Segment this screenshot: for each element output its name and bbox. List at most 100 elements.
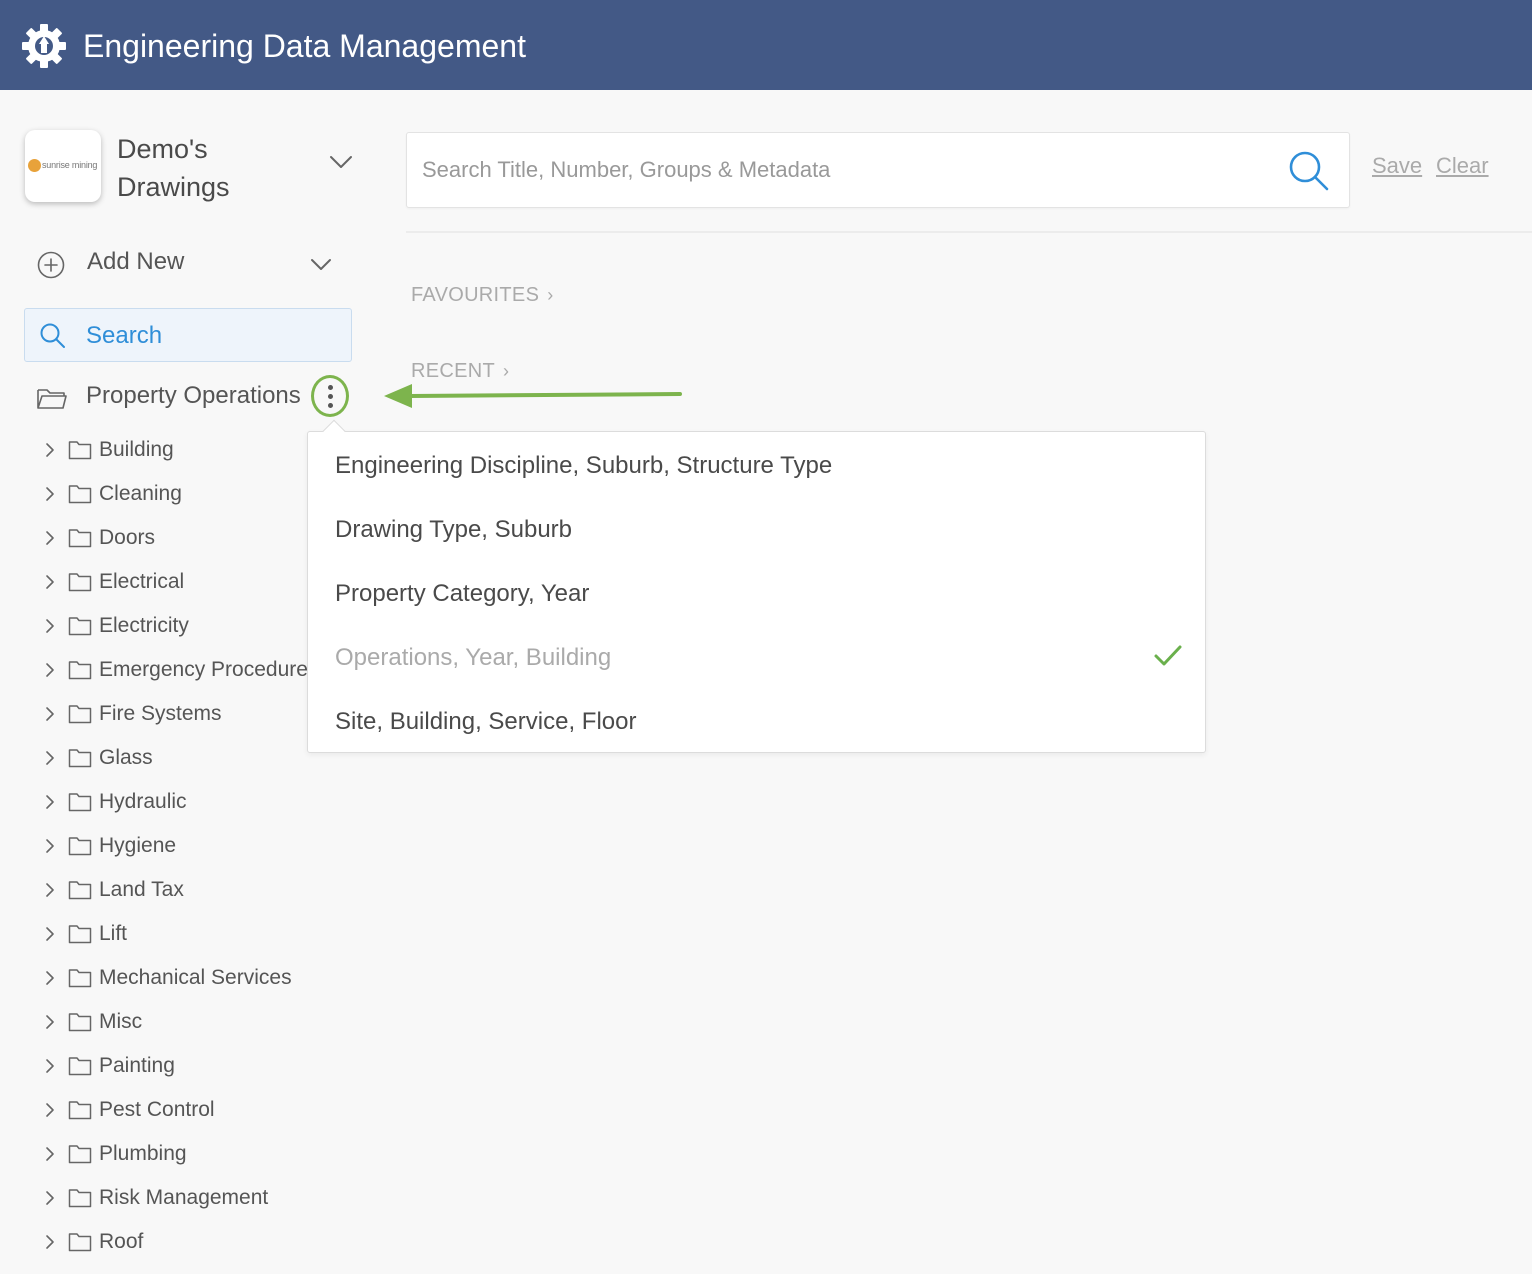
main-search-box <box>406 132 1350 208</box>
folder-open-icon <box>37 389 67 409</box>
search-input[interactable] <box>407 133 1267 207</box>
tree-item[interactable]: Hydraulic <box>40 780 310 824</box>
chevron-right-icon[interactable] <box>44 574 56 590</box>
more-options-button[interactable] <box>311 375 349 417</box>
chevron-down-icon <box>311 259 331 270</box>
folder-icon <box>68 1057 92 1076</box>
folder-icon <box>68 881 92 900</box>
chevron-right-icon[interactable] <box>44 1190 56 1206</box>
clear-search-link[interactable]: Clear <box>1436 153 1489 179</box>
tree-item[interactable]: Cleaning <box>40 472 310 516</box>
kebab-dot <box>328 385 333 390</box>
tree-item-label: Misc <box>99 1010 143 1033</box>
sun-icon <box>28 159 41 172</box>
tree-item-label: Pest Control <box>99 1098 215 1121</box>
tree-item[interactable]: Electrical <box>40 560 310 604</box>
tree-item[interactable]: Mechanical Services <box>40 956 310 1000</box>
top-bar: Engineering Data Management <box>0 0 1532 90</box>
tree-item[interactable]: Hygiene <box>40 824 310 868</box>
root-folder[interactable]: Property Operations <box>36 378 356 418</box>
tree-item[interactable]: Land Tax <box>40 868 310 912</box>
tree-item[interactable]: Emergency Procedures <box>40 648 310 692</box>
chevron-right-icon[interactable] <box>44 1014 56 1030</box>
folder-icon <box>68 485 92 504</box>
tree-item-label: Doors <box>99 526 156 549</box>
company-selector[interactable]: sunrise mining Demo's Drawings <box>25 130 360 205</box>
tree-item[interactable]: Pest Control <box>40 1088 310 1132</box>
root-folder-label: Property Operations <box>86 382 301 409</box>
folder-icon <box>68 925 92 944</box>
chevron-right-icon[interactable] <box>44 486 56 502</box>
chevron-right-icon[interactable] <box>44 530 56 546</box>
tree-item[interactable]: Glass <box>40 736 310 780</box>
folder-icon <box>68 1013 92 1032</box>
folder-icon <box>68 573 92 592</box>
tree-item[interactable]: Electricity <box>40 604 310 648</box>
chevron-right-icon[interactable] <box>44 1146 56 1162</box>
favourites-label: FAVOURITES <box>411 284 540 306</box>
chevron-right-icon[interactable] <box>44 706 56 722</box>
tree-item-label: Fire Systems <box>99 702 222 725</box>
chevron-right-icon[interactable] <box>44 1058 56 1074</box>
company-logo-text: sunrise mining <box>42 160 98 170</box>
search-icon[interactable] <box>1287 149 1331 193</box>
save-search-link[interactable]: Save <box>1372 153 1422 179</box>
add-new-button[interactable]: Add New <box>25 244 355 284</box>
tree-item-label: Lift <box>99 922 128 945</box>
company-logo: sunrise mining <box>25 130 101 202</box>
menu-item[interactable]: Site, Building, Service, Floor <box>308 690 1205 754</box>
tree-item-label: Painting <box>99 1054 175 1077</box>
chevron-right-icon[interactable] <box>44 926 56 942</box>
menu-item[interactable]: Engineering Discipline, Suburb, Structur… <box>308 434 1205 498</box>
chevron-right-icon[interactable] <box>44 662 56 678</box>
tree-item[interactable]: Doors <box>40 516 310 560</box>
tree-item-label: Glass <box>99 746 153 769</box>
chevron-right-icon[interactable] <box>44 794 56 810</box>
chevron-right-icon[interactable] <box>44 442 56 458</box>
kebab-dot <box>328 394 333 399</box>
chevron-right-icon[interactable] <box>44 1102 56 1118</box>
tree-item[interactable]: Risk Management <box>40 1176 310 1220</box>
folder-icon <box>68 969 92 988</box>
folder-icon <box>68 441 92 460</box>
grouping-dropdown-menu: Engineering Discipline, Suburb, Structur… <box>307 419 1206 754</box>
tree-item-label: Mechanical Services <box>99 966 292 989</box>
folder-icon <box>68 1233 92 1252</box>
menu-item-label: Operations, Year, Building <box>335 644 612 671</box>
menu-item-label: Drawing Type, Suburb <box>335 516 573 543</box>
tree-item[interactable]: Fire Systems <box>40 692 310 736</box>
chevron-right-icon[interactable] <box>44 882 56 898</box>
menu-item-label: Property Category, Year <box>335 580 590 607</box>
chevron-right-icon[interactable] <box>44 618 56 634</box>
tree-item[interactable]: Lift <box>40 912 310 956</box>
tree-item[interactable]: Roof <box>40 1220 310 1264</box>
folder-icon <box>68 1189 92 1208</box>
annotation-arrow-icon <box>384 384 682 408</box>
company-name: Demo's Drawings <box>117 134 230 202</box>
menu-item[interactable]: Property Category, Year <box>308 562 1205 626</box>
sidebar-search-label: Search <box>86 322 163 349</box>
menu-item[interactable]: Drawing Type, Suburb <box>308 498 1205 562</box>
tree-item-label: Building <box>99 438 174 461</box>
folder-icon <box>68 1145 92 1164</box>
tree-item[interactable]: Plumbing <box>40 1132 310 1176</box>
tree-item-label: Emergency Procedures <box>99 658 310 681</box>
chevron-right-icon: › <box>503 361 510 381</box>
menu-item-label: Engineering Discipline, Suburb, Structur… <box>335 452 833 479</box>
tree-item-label: Roof <box>99 1230 144 1253</box>
favourites-link[interactable]: FAVOURITES › <box>411 284 554 307</box>
chevron-down-icon[interactable] <box>329 150 353 174</box>
tree-item[interactable]: Painting <box>40 1044 310 1088</box>
tree-item[interactable]: Building <box>40 428 310 472</box>
menu-item-selected[interactable]: Operations, Year, Building <box>308 626 1205 690</box>
chevron-right-icon[interactable] <box>44 750 56 766</box>
folder-icon <box>68 837 92 856</box>
tree-item[interactable]: Misc <box>40 1000 310 1044</box>
chevron-right-icon[interactable] <box>44 1234 56 1250</box>
chevron-right-icon[interactable] <box>44 838 56 854</box>
sidebar-search-button[interactable]: Search <box>24 308 352 362</box>
folder-icon <box>68 617 92 636</box>
recent-link[interactable]: RECENT › <box>411 360 509 383</box>
gear-logo-icon <box>22 24 66 68</box>
chevron-right-icon[interactable] <box>44 970 56 986</box>
